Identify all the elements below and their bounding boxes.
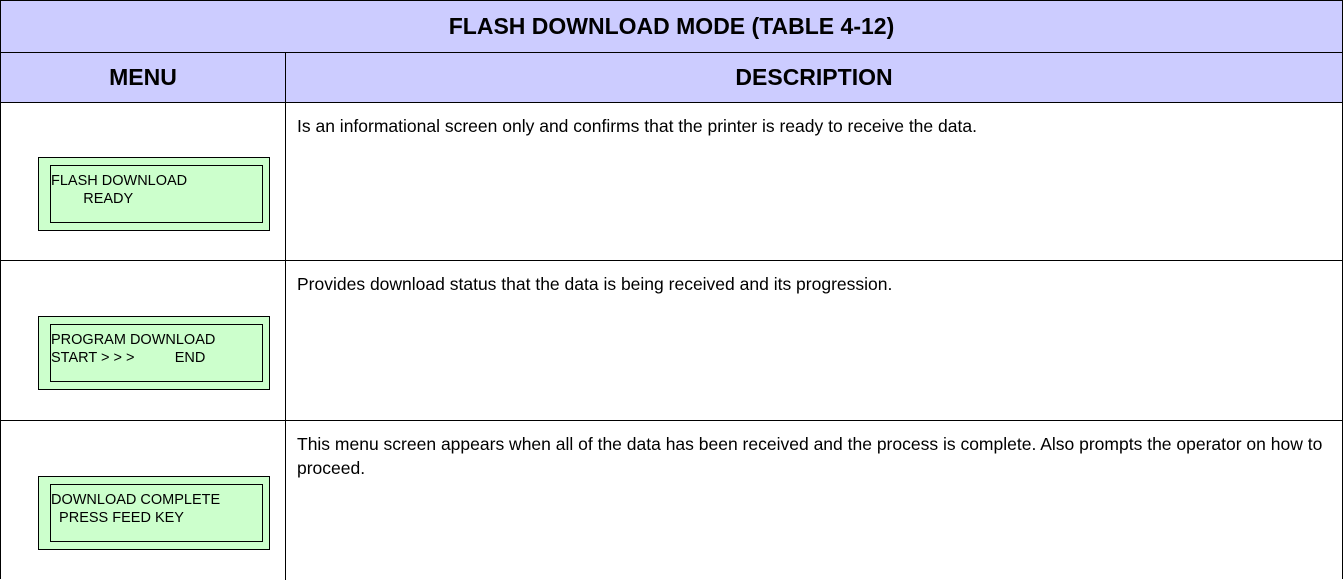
lcd-line-1: PROGRAM DOWNLOAD bbox=[51, 332, 216, 348]
lcd-line-2: PRESS FEED KEY bbox=[51, 510, 184, 526]
description-column-header: DESCRIPTION bbox=[286, 53, 1342, 102]
table-row: DOWNLOAD COMPLETE PRESS FEED KEY This me… bbox=[1, 421, 1342, 580]
lcd-display: FLASH DOWNLOAD READY bbox=[38, 157, 270, 231]
table-title: FLASH DOWNLOAD MODE (TABLE 4-12) bbox=[1, 1, 1342, 53]
description-cell: Is an informational screen only and conf… bbox=[297, 116, 977, 136]
description-column-header-text: DESCRIPTION bbox=[735, 64, 893, 90]
lcd-display: DOWNLOAD COMPLETE PRESS FEED KEY bbox=[38, 476, 270, 550]
lcd-screen: DOWNLOAD COMPLETE PRESS FEED KEY bbox=[50, 484, 263, 542]
lcd-screen: PROGRAM DOWNLOAD START > > > END bbox=[50, 324, 263, 382]
flash-download-mode-table: FLASH DOWNLOAD MODE (TABLE 4-12) MENU DE… bbox=[0, 0, 1343, 580]
lcd-line-1: DOWNLOAD COMPLETE bbox=[51, 492, 221, 508]
menu-cell: FLASH DOWNLOAD READY bbox=[1, 103, 286, 260]
table-row: FLASH DOWNLOAD READY Is an informational… bbox=[1, 103, 1342, 261]
description-cell: Provides download status that the data i… bbox=[297, 274, 893, 294]
lcd-line-1: FLASH DOWNLOAD bbox=[51, 173, 188, 189]
menu-cell: PROGRAM DOWNLOAD START > > > END bbox=[1, 261, 286, 420]
lcd-screen: FLASH DOWNLOAD READY bbox=[50, 165, 263, 223]
menu-column-header: MENU bbox=[1, 53, 286, 102]
table-title-text: FLASH DOWNLOAD MODE (TABLE 4-12) bbox=[448, 13, 895, 39]
table-header-row: MENU DESCRIPTION bbox=[1, 53, 1342, 103]
lcd-line-2: READY bbox=[51, 191, 134, 207]
table-row: PROGRAM DOWNLOAD START > > > END Provide… bbox=[1, 261, 1342, 421]
description-cell: This menu screen appears when all of the… bbox=[297, 434, 1323, 478]
lcd-line-2: START > > > END bbox=[51, 350, 206, 366]
menu-cell: DOWNLOAD COMPLETE PRESS FEED KEY bbox=[1, 421, 286, 580]
menu-column-header-text: MENU bbox=[109, 64, 177, 90]
lcd-display: PROGRAM DOWNLOAD START > > > END bbox=[38, 316, 270, 390]
